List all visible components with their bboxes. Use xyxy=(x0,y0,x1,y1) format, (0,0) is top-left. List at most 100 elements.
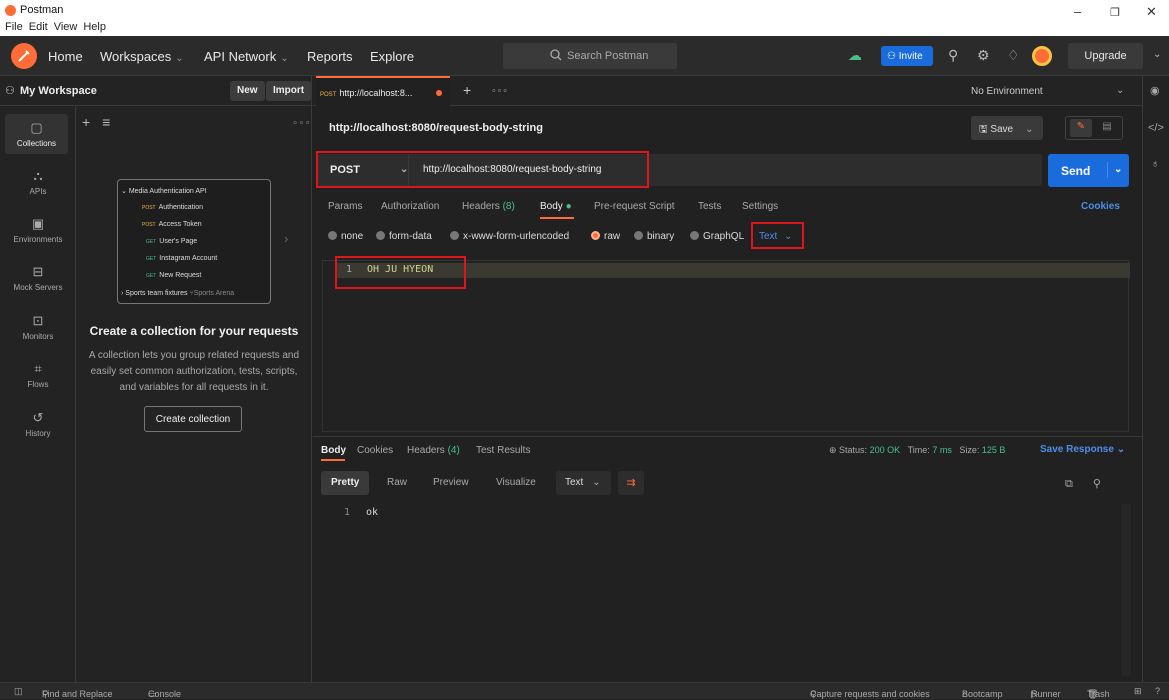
wrap-lines-icon[interactable]: ⇉ xyxy=(618,471,644,495)
sidebar-item-environments[interactable]: ▣ Environments xyxy=(0,216,76,244)
size-value[interactable]: 125 B xyxy=(982,445,1006,455)
minimize-icon[interactable]: – xyxy=(1074,4,1081,19)
sidebar-item-label: APIs xyxy=(29,187,47,196)
menu-view[interactable]: View xyxy=(54,21,78,33)
nav-home[interactable]: Home xyxy=(48,49,83,64)
new-button[interactable]: New xyxy=(230,81,265,101)
radio-selected-icon xyxy=(591,231,600,240)
nav-api-network[interactable]: API Network ⌄ xyxy=(204,49,289,64)
tab-more-icon[interactable]: ∘∘∘ xyxy=(491,85,508,96)
right-context-bar: ◉ </> ♁ xyxy=(1142,76,1169,682)
menu-help[interactable]: Help xyxy=(83,21,106,33)
format-raw[interactable]: Raw xyxy=(377,471,417,495)
import-button[interactable]: Import xyxy=(266,81,312,101)
request-name: User's Page xyxy=(159,238,198,245)
body-mode-urlencoded[interactable]: x-www-form-urlencoded xyxy=(450,231,569,242)
tab-pre-request-script[interactable]: Pre-request Script xyxy=(594,201,675,212)
save-button[interactable]: 🖫 Save ⌄ xyxy=(971,116,1043,140)
format-preview[interactable]: Preview xyxy=(423,471,479,495)
tab-label: Headers xyxy=(462,201,500,212)
format-visualize[interactable]: Visualize xyxy=(486,471,546,495)
chevron-down-icon[interactable]: ⌄ xyxy=(1107,162,1122,178)
fork-source: Sports Arena xyxy=(193,290,235,297)
body-mode-none[interactable]: none xyxy=(328,231,363,242)
restore-icon[interactable]: ❐ xyxy=(1110,6,1120,19)
invite-button[interactable]: ⚇ Invite xyxy=(881,46,933,66)
workspace-name[interactable]: My Workspace xyxy=(20,85,97,97)
sidebar-item-flows[interactable]: ⌗ Flows xyxy=(0,361,76,389)
sidebar-toggle-icon[interactable]: ◫ xyxy=(14,686,23,697)
globe-icon: ⊕ xyxy=(829,445,840,455)
active-tab-indicator xyxy=(540,217,574,219)
postman-home-logo-icon[interactable] xyxy=(11,43,37,69)
tab-settings[interactable]: Settings xyxy=(742,201,778,212)
empty-state-title: Create a collection for your requests xyxy=(89,324,299,338)
search-postman[interactable]: Search Postman xyxy=(503,43,677,69)
close-icon[interactable]: ✕ xyxy=(1146,4,1157,20)
chevron-down-icon[interactable]: ⌄ xyxy=(1025,124,1033,135)
new-tab-plus-icon[interactable]: + xyxy=(463,82,471,98)
code-snippet-icon[interactable]: </> xyxy=(1148,122,1164,134)
menu-edit[interactable]: Edit xyxy=(29,21,48,33)
response-scrollbar[interactable] xyxy=(1121,504,1131,676)
response-tab-test-results[interactable]: Test Results xyxy=(476,445,530,456)
chevron-down-icon[interactable]: ⌄ xyxy=(1116,85,1124,96)
add-collection-plus-icon[interactable]: + xyxy=(82,114,90,130)
settings-gear-icon[interactable]: ⚙ xyxy=(977,47,990,64)
status-value[interactable]: 200 OK xyxy=(870,445,901,455)
sidebar-item-apis[interactable]: ⛬ APIs xyxy=(0,168,76,196)
response-type-select[interactable]: Text ⌄ xyxy=(556,471,611,495)
response-divider[interactable] xyxy=(313,436,1142,437)
find-replace-label: Find and Replace xyxy=(42,689,113,699)
two-pane-icon[interactable]: ⊞ xyxy=(1134,686,1142,697)
notification-bell-icon[interactable]: ♢ xyxy=(1007,47,1020,64)
user-avatar[interactable] xyxy=(1032,46,1052,66)
chevron-right-icon[interactable]: › xyxy=(284,231,288,246)
body-mode-binary[interactable]: binary xyxy=(634,231,674,242)
send-button[interactable]: Send ⌄ xyxy=(1048,154,1129,187)
create-collection-button[interactable]: Create collection xyxy=(144,406,242,432)
body-mode-graphql[interactable]: GraphQL xyxy=(690,231,744,242)
sidebar-item-monitors[interactable]: ⊡ Monitors xyxy=(0,313,76,341)
save-label: Save xyxy=(990,124,1014,135)
satellite-icon[interactable]: ⚲ xyxy=(948,47,958,64)
nav-workspaces[interactable]: Workspaces ⌄ xyxy=(100,49,184,64)
sidebar-item-history[interactable]: ↺ History xyxy=(0,410,76,438)
response-tab-cookies[interactable]: Cookies xyxy=(357,445,393,456)
tab-request[interactable]: POST http://localhost:8... xyxy=(316,76,450,106)
cookies-link[interactable]: Cookies xyxy=(1081,201,1120,212)
response-tab-headers[interactable]: Headers (4) xyxy=(407,445,460,456)
nav-explore[interactable]: Explore xyxy=(370,49,414,64)
time-value[interactable]: 7 ms xyxy=(932,445,952,455)
tab-params[interactable]: Params xyxy=(328,201,362,212)
menu-file[interactable]: File xyxy=(5,21,23,33)
help-icon[interactable]: ? xyxy=(1155,686,1160,696)
search-icon[interactable]: ⚲ xyxy=(1093,478,1101,490)
body-mode-raw[interactable]: raw xyxy=(591,231,620,242)
tab-tests[interactable]: Tests xyxy=(698,201,721,212)
tab-body[interactable]: Body ● xyxy=(540,201,572,212)
sidebar-item-collections[interactable]: ▢ Collections xyxy=(5,114,68,154)
chevron-down-icon[interactable]: ⌄ xyxy=(1153,49,1161,60)
info-bulb-icon[interactable]: ♁ xyxy=(1151,158,1159,170)
environment-selector[interactable]: No Environment xyxy=(971,86,1043,97)
radio-icon xyxy=(376,231,385,240)
request-title[interactable]: http://localhost:8080/request-body-strin… xyxy=(329,122,543,134)
response-tab-body[interactable]: Body xyxy=(321,445,346,456)
documentation-icon[interactable]: ▤ xyxy=(1096,119,1118,137)
environment-eye-icon[interactable]: ◉ xyxy=(1150,84,1160,97)
filter-icon[interactable]: ≡ xyxy=(102,114,110,130)
nav-reports[interactable]: Reports xyxy=(307,49,353,64)
more-options-icon[interactable]: ∘∘∘ xyxy=(292,118,311,129)
tab-authorization[interactable]: Authorization xyxy=(381,201,439,212)
save-response-button[interactable]: Save Response ⌄ xyxy=(1040,444,1125,455)
upgrade-button[interactable]: Upgrade xyxy=(1068,43,1143,69)
sync-cloud-icon[interactable]: ☁ xyxy=(848,47,862,64)
invite-user-icon: ⚇ xyxy=(887,51,899,62)
copy-icon[interactable]: ⧉ xyxy=(1065,478,1073,490)
body-mode-form-data[interactable]: form-data xyxy=(376,231,432,242)
edit-pencil-icon[interactable]: ✎ xyxy=(1070,119,1092,137)
tab-headers[interactable]: Headers (8) xyxy=(462,201,515,212)
format-pretty[interactable]: Pretty xyxy=(321,471,370,495)
sidebar-item-mock-servers[interactable]: ⊟ Mock Servers xyxy=(0,264,76,292)
